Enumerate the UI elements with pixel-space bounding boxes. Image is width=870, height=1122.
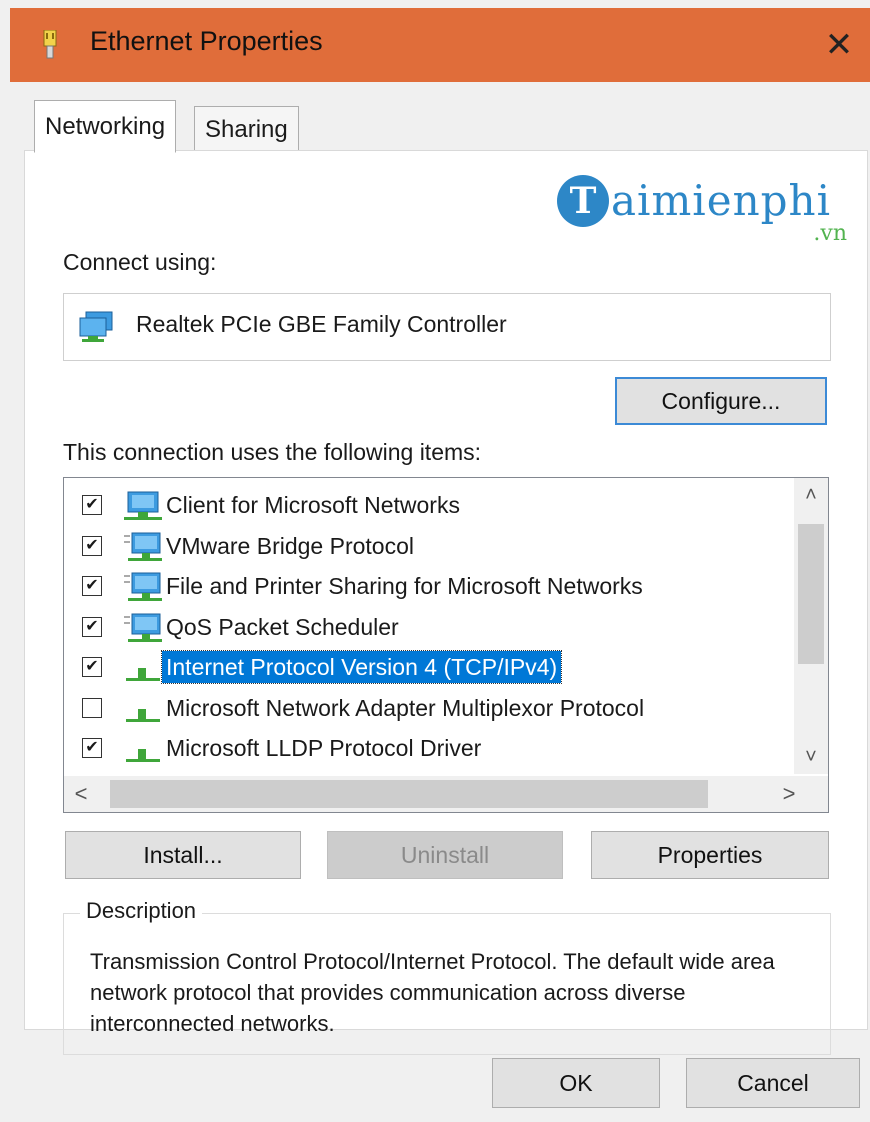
item-label: QoS Packet Scheduler xyxy=(166,613,399,640)
network-service-icon xyxy=(122,531,164,563)
items-list[interactable]: ✔ Client for Microsoft Networks ✔ VMware Br… xyxy=(63,477,829,813)
connect-using-label: Connect using: xyxy=(63,249,217,275)
list-item[interactable]: ✔ Internet Protocol Version 4 (TCP/IPv4) xyxy=(64,648,784,688)
properties-button[interactable]: Properties xyxy=(591,831,829,879)
tab-sharing[interactable]: Sharing xyxy=(194,106,299,152)
list-item[interactable]: ✔ File and Printer Sharing for Microsoft … xyxy=(64,567,784,607)
item-label: Internet Protocol Version 4 (TCP/IPv4) xyxy=(160,650,563,684)
uninstall-button[interactable]: Uninstall xyxy=(327,831,563,879)
horizontal-scroll-thumb[interactable] xyxy=(110,780,708,808)
watermark-suffix: .vn xyxy=(813,221,847,246)
network-service-icon xyxy=(122,571,164,603)
network-adapter-icon xyxy=(79,311,113,342)
vertical-scroll-thumb[interactable] xyxy=(798,524,824,664)
list-item[interactable]: ✔ QoS Packet Scheduler xyxy=(64,608,784,648)
item-checkbox[interactable]: ✔ xyxy=(82,535,102,556)
ethernet-plug-icon xyxy=(43,30,57,59)
tab-networking[interactable]: Networking xyxy=(34,100,177,153)
watermark-logo: T aimienphi .vn xyxy=(557,175,847,247)
scroll-up-icon[interactable]: ˄ xyxy=(794,478,828,512)
list-item[interactable]: Microsoft Network Adapter Multiplexor Pr… xyxy=(64,689,784,729)
install-button[interactable]: Install... xyxy=(65,831,301,879)
item-checkbox[interactable]: ✔ xyxy=(82,495,102,515)
item-checkbox[interactable]: ✔ xyxy=(82,657,102,677)
watermark-initial: T xyxy=(557,175,609,227)
adapter-name: Realtek PCIe GBE Family Controller xyxy=(136,311,507,337)
network-service-icon xyxy=(122,612,164,644)
horizontal-scrollbar[interactable]: < > xyxy=(64,776,828,812)
description-group: Description Transmission Control Protoco… xyxy=(63,898,831,1055)
list-item[interactable]: ✔ VMware Bridge Protocol xyxy=(64,527,784,567)
title-bar[interactable]: Ethernet Properties ✕ xyxy=(10,8,870,82)
item-label: Microsoft LLDP Protocol Driver xyxy=(166,735,482,761)
items-label: This connection uses the following items… xyxy=(63,439,482,465)
item-label: File and Printer Sharing for Microsoft N… xyxy=(166,573,643,599)
close-button[interactable]: ✕ xyxy=(816,20,862,70)
item-checkbox[interactable] xyxy=(82,697,102,718)
watermark-name: aimienphi xyxy=(611,176,832,225)
dialog-body: Networking Sharing T aimienphi .vn Conne… xyxy=(10,82,870,1122)
ok-button[interactable]: OK xyxy=(492,1058,660,1108)
protocol-icon xyxy=(122,693,164,725)
list-item[interactable]: ✔ Client for Microsoft Networks xyxy=(64,486,784,526)
vertical-scrollbar[interactable]: ˄ ˅ xyxy=(794,478,828,774)
item-label: Client for Microsoft Networks xyxy=(166,492,460,518)
scroll-right-icon[interactable]: > xyxy=(772,776,806,812)
protocol-icon xyxy=(122,733,164,765)
networking-panel: T aimienphi .vn Connect using: Realtek P… xyxy=(24,150,868,1055)
configure-button[interactable]: Configure... xyxy=(615,377,827,425)
item-label: Microsoft Network Adapter Multiplexor Pr… xyxy=(166,694,645,721)
item-checkbox[interactable]: ✔ xyxy=(82,616,102,637)
scroll-down-icon[interactable]: ˅ xyxy=(794,740,828,774)
window-title: Ethernet Properties xyxy=(90,26,323,56)
adapter-field: Realtek PCIe GBE Family Controller xyxy=(63,293,831,361)
item-label: VMware Bridge Protocol xyxy=(166,532,414,559)
protocol-icon xyxy=(122,652,164,684)
description-text: Transmission Control Protocol/Internet P… xyxy=(90,949,775,1036)
item-checkbox[interactable]: ✔ xyxy=(82,738,102,758)
scroll-left-icon[interactable]: < xyxy=(64,776,98,812)
network-client-icon xyxy=(122,490,164,522)
cancel-button[interactable]: Cancel xyxy=(686,1058,860,1108)
description-legend: Description xyxy=(80,898,203,924)
list-item[interactable]: ✔ Microsoft LLDP Protocol Driver xyxy=(64,729,784,769)
item-checkbox[interactable]: ✔ xyxy=(82,576,102,596)
